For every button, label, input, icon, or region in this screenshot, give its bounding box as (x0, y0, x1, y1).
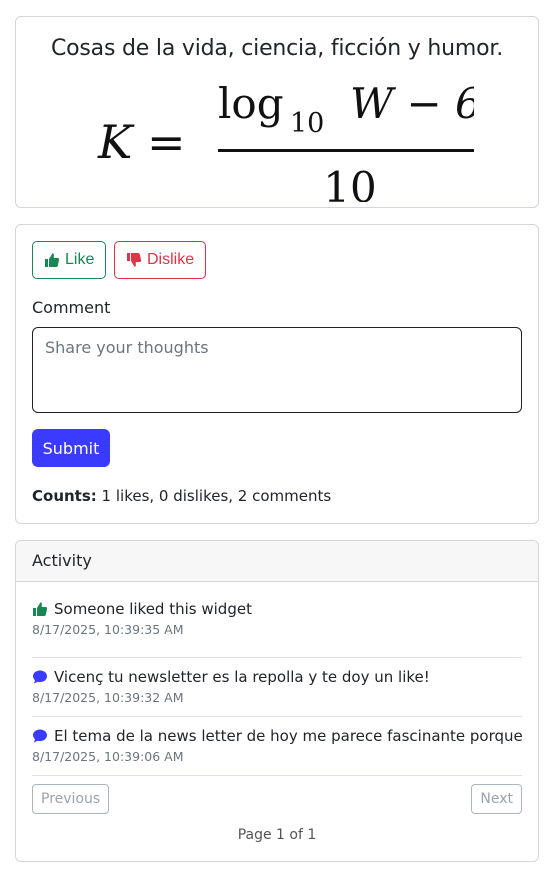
activity-time: 8/17/2025, 10:39:32 AM (32, 690, 184, 705)
submit-button[interactable]: Submit (32, 429, 110, 467)
fraction-bar (218, 149, 474, 152)
formula-log-base: 10 (290, 108, 324, 139)
page-info: Page 1 of 1 (237, 827, 317, 843)
formula-denominator: 10 (323, 163, 376, 202)
activity-item: El tema de la news letter de hoy me pare… (32, 717, 522, 776)
page-title: Cosas de la vida, ciencia, ficción y hum… (51, 36, 503, 61)
activity-card: Activity Someone liked this widget 8/17/… (15, 540, 539, 862)
activity-item: Someone liked this widget 8/17/2025, 10:… (32, 599, 522, 658)
activity-list: Someone liked this widget 8/17/2025, 10:… (32, 599, 522, 776)
dislike-button[interactable]: Dislike (114, 241, 207, 279)
formula-log: log (218, 80, 284, 128)
counts-text: 1 likes, 0 dislikes, 2 comments (96, 487, 332, 505)
counts-label: Counts: (32, 487, 97, 505)
previous-button[interactable]: Previous (32, 784, 110, 814)
formula-numerator-rest: W − 6 (350, 80, 474, 128)
formula-image: K = log 10 W − 6 10 (82, 80, 474, 202)
dislike-label: Dislike (147, 251, 195, 268)
comment-icon (33, 729, 47, 743)
thumbs-up-icon (45, 253, 60, 267)
comment-label: Comment (32, 298, 111, 317)
header-card: Cosas de la vida, ciencia, ficción y hum… (15, 16, 539, 208)
like-button[interactable]: Like (32, 241, 107, 279)
formula-lhs-k: K = (97, 115, 186, 169)
activity-text: Vicenç tu newsletter es la repolla y te … (54, 668, 430, 686)
comment-textarea[interactable] (32, 327, 522, 413)
activity-text: Someone liked this widget (54, 600, 252, 618)
activity-time: 8/17/2025, 10:39:35 AM (32, 622, 184, 637)
next-button[interactable]: Next (471, 784, 522, 814)
counts-summary: Counts: 1 likes, 0 dislikes, 2 comments (32, 487, 331, 505)
thumbs-down-icon (127, 253, 142, 267)
comment-icon (33, 670, 47, 684)
activity-header: Activity (16, 541, 538, 582)
thumbs-up-icon (33, 602, 48, 616)
activity-time: 8/17/2025, 10:39:06 AM (32, 749, 184, 764)
activity-text: El tema de la news letter de hoy me pare… (54, 727, 522, 745)
like-label: Like (65, 251, 95, 268)
interaction-card: Like Dislike Comment Submit Counts: 1 li… (15, 224, 539, 524)
activity-item: Vicenç tu newsletter es la repolla y te … (32, 658, 522, 717)
